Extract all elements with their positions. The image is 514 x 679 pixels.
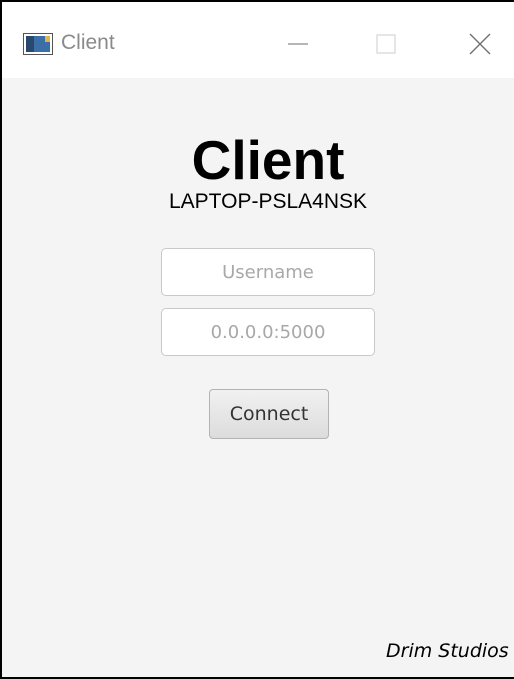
minimize-icon (288, 43, 308, 45)
close-icon (469, 33, 491, 55)
minimize-button[interactable] (266, 16, 330, 72)
close-button[interactable] (448, 16, 512, 72)
connect-button[interactable]: Connect (209, 389, 329, 439)
window-title: Client (61, 31, 115, 54)
maximize-icon (376, 34, 396, 54)
server-address-input[interactable] (161, 308, 375, 356)
maximize-button[interactable] (354, 16, 418, 72)
app-window-icon (23, 33, 53, 55)
page-title: Client (191, 129, 345, 191)
title-bar[interactable]: Client (2, 2, 514, 78)
hostname-label: LAPTOP-PSLA4NSK (168, 190, 368, 213)
footer-credit: Drim Studios (386, 640, 509, 662)
client-window: Client Client LAPTOP-PSLA4NSK Connect Dr… (0, 0, 514, 679)
username-input[interactable] (161, 248, 375, 296)
main-content: Client LAPTOP-PSLA4NSK Connect Drim Stud… (2, 78, 514, 677)
